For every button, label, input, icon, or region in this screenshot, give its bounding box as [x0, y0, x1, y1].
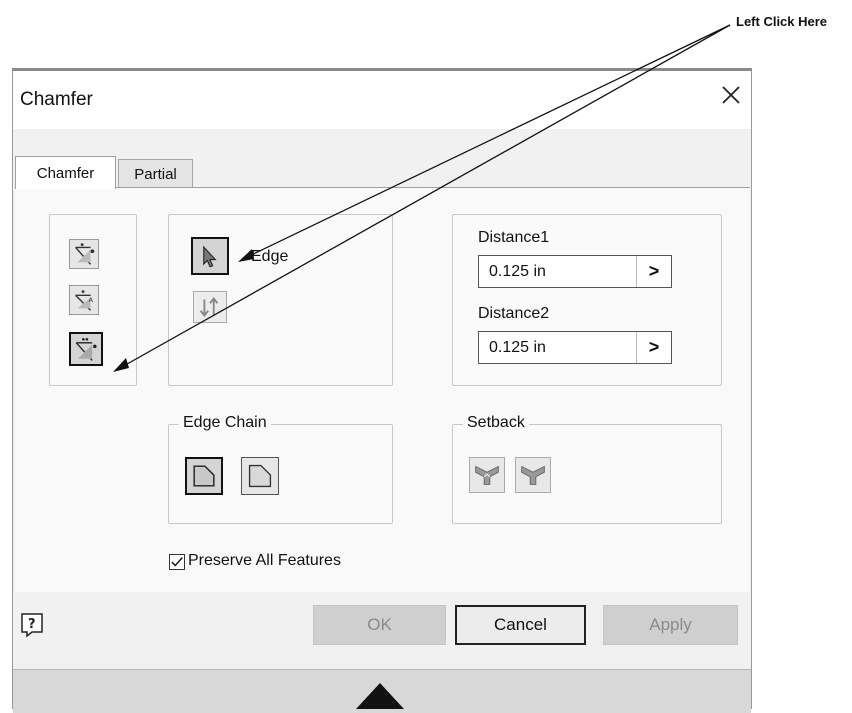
dialog-footer: ? OK Cancel Apply — [13, 592, 751, 672]
distance-angle-icon[interactable]: A — [69, 285, 99, 315]
distance2-field[interactable]: 0.125 in > — [478, 331, 672, 364]
title-bar: Chamfer — [13, 71, 751, 129]
edge-label: Edge — [251, 248, 289, 265]
preserve-checkbox[interactable] — [169, 554, 185, 570]
distance1-value: 0.125 in — [489, 263, 546, 280]
setback-label: Setback — [463, 414, 529, 432]
svg-text:?: ? — [28, 617, 36, 632]
status-strip — [13, 669, 751, 713]
distance-icon[interactable] — [69, 239, 99, 269]
chamfer-dialog: Chamfer Chamfer Partial A Edge Distance1… — [12, 68, 752, 713]
flip-direction-icon[interactable] — [193, 291, 227, 323]
edge-chain-label: Edge Chain — [179, 414, 271, 432]
setback-on-icon[interactable] — [469, 457, 505, 493]
distance2-value: 0.125 in — [489, 339, 546, 356]
edge-select-button[interactable] — [191, 237, 229, 275]
dialog-title: Chamfer — [20, 89, 93, 110]
setback-off-icon[interactable] — [515, 457, 551, 493]
distances-group: Distance1 0.125 in > Distance2 0.125 in … — [452, 214, 722, 386]
cancel-button[interactable]: Cancel — [455, 605, 586, 645]
ok-button[interactable]: OK — [313, 605, 446, 645]
single-edge-icon[interactable] — [241, 457, 279, 495]
svg-text:A: A — [89, 296, 94, 304]
edge-chain-group: Edge Chain — [168, 414, 393, 524]
distance1-field[interactable]: 0.125 in > — [478, 255, 672, 288]
close-icon[interactable] — [721, 83, 741, 109]
preserve-label: Preserve All Features — [188, 552, 341, 569]
apply-button[interactable]: Apply — [603, 605, 738, 645]
tab-chamfer[interactable]: Chamfer — [15, 156, 116, 189]
distance2-flyout-button[interactable]: > — [636, 332, 671, 363]
distance2-label: Distance2 — [478, 305, 550, 322]
method-group: A — [49, 214, 137, 386]
tab-partial[interactable]: Partial — [118, 159, 193, 188]
all-tangent-edges-icon[interactable] — [185, 457, 223, 495]
edge-group: Edge — [168, 214, 393, 386]
distance1-flyout-button[interactable]: > — [636, 256, 671, 287]
two-distances-icon[interactable] — [69, 332, 103, 366]
callout-label: Left Click Here — [736, 14, 828, 29]
distance1-label: Distance1 — [478, 229, 550, 246]
setback-group: Setback — [452, 414, 722, 524]
help-icon[interactable]: ? — [20, 612, 44, 638]
tab-panel: A Edge Distance1 0.125 in > Distance2 0.… — [15, 187, 750, 593]
